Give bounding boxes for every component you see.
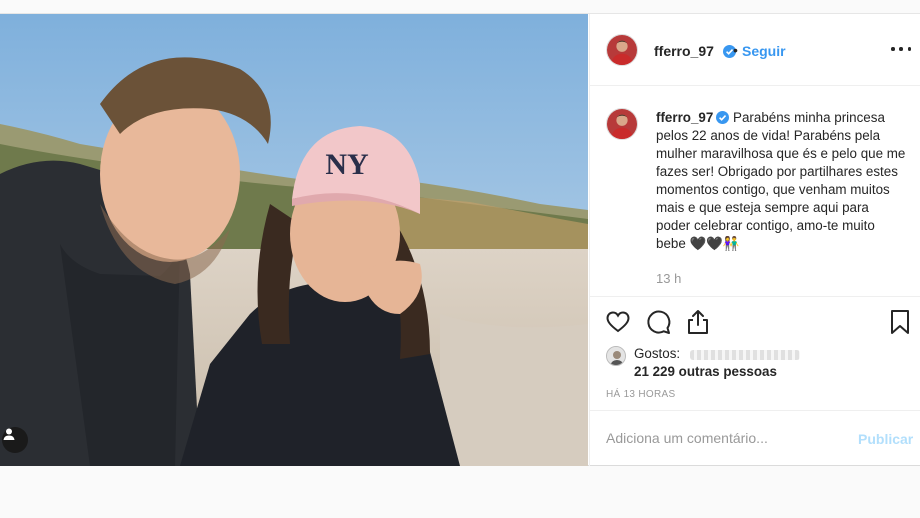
action-bar [590,308,920,340]
caption-body: Parabéns minha princesa pelos 22 anos de… [656,110,906,251]
post-photo[interactable]: NY [0,14,588,466]
verified-badge-icon [716,111,730,124]
separator-dot: • [733,42,738,58]
more-options-icon[interactable] [891,39,911,59]
browser-top-strip [0,0,920,14]
bookmark-icon [891,310,909,334]
photo-illustration: NY [0,14,588,466]
caption-text: fferro_97 Parabéns minha princesa pelos … [656,109,906,253]
user-tag-button[interactable] [2,427,28,453]
blurred-liker-name [690,350,800,360]
instagram-post: NY fferro_97 • Seguir fferro_97 Parabéns… [0,14,920,466]
post-side-panel: fferro_97 • Seguir fferro_97 Parabéns mi… [589,14,920,466]
share-icon [688,310,708,334]
post-caption: fferro_97 Parabéns minha princesa pelos … [590,87,920,297]
follow-button[interactable]: Seguir [742,43,786,59]
post-header: fferro_97 • Seguir [590,14,920,86]
post-author-username[interactable]: fferro_97 [654,43,714,59]
avatar[interactable] [606,34,638,66]
caption-avatar[interactable] [606,108,638,140]
likes-count-link[interactable]: 21 229 outras pessoas [634,364,777,379]
page-bottom-area [0,466,920,518]
comment-bubble-icon [647,310,671,334]
comment-input[interactable] [606,430,836,446]
comment-box: Publicar [590,410,920,466]
likes-prefix: Gostos: [634,346,681,361]
svg-text:NY: NY [325,148,369,181]
comment-button[interactable] [644,308,672,336]
heart-icon [606,311,630,333]
publish-button[interactable]: Publicar [858,431,913,447]
liker-avatar[interactable] [606,346,626,366]
save-button[interactable] [886,308,914,336]
likes-summary: Gostos: 21 229 outras pessoas [606,344,906,384]
like-button[interactable] [604,308,632,336]
caption-timestamp[interactable]: 13 h [656,271,681,286]
share-button[interactable] [684,308,712,336]
user-tag-icon [3,428,15,440]
post-date[interactable]: HÁ 13 HORAS [606,389,675,400]
caption-username[interactable]: fferro_97 [656,110,713,125]
